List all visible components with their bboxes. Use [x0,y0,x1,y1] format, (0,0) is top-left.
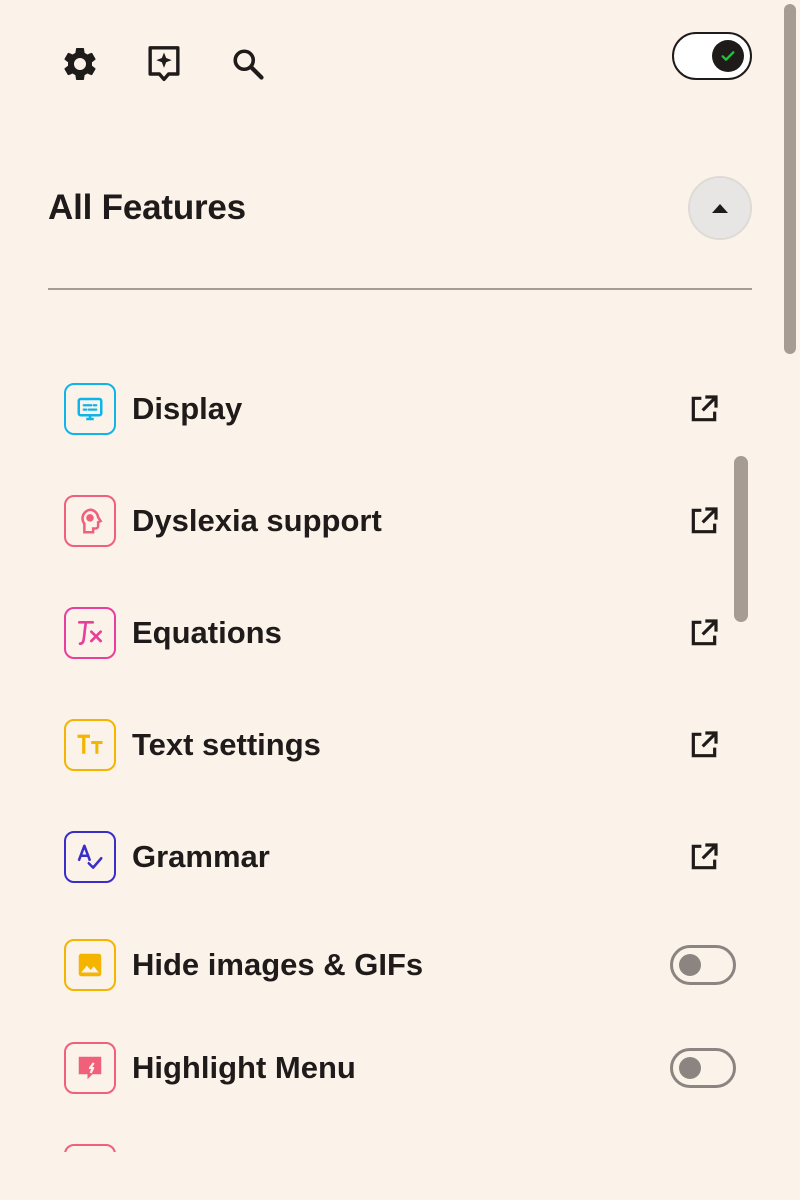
checkmark-icon [721,51,735,61]
collapse-button[interactable] [688,176,752,240]
open-external-button[interactable] [686,503,722,539]
feature-hide-images[interactable]: Hide images & GIFs [64,939,736,991]
feature-label: Equations [132,615,282,650]
open-external-button[interactable] [686,839,722,875]
toggle-knob [712,40,744,72]
highlight-menu-toggle[interactable] [670,1048,736,1088]
open-external-button[interactable] [686,727,722,763]
master-toggle[interactable] [672,32,752,80]
ai-assistant-button[interactable] [142,42,186,86]
sparkle-chat-icon [148,46,180,82]
search-button[interactable] [226,42,270,86]
search-icon [233,49,264,80]
settings-button[interactable] [58,42,102,86]
external-link-icon [691,395,718,422]
text-size-icon [64,719,116,771]
gear-icon [64,47,96,80]
open-external-button[interactable] [686,391,722,427]
function-icon [64,607,116,659]
toggle-knob [679,1057,701,1079]
feature-label: Highlight Menu [132,1050,356,1085]
head-brain-icon [64,495,116,547]
display-settings-icon [64,383,116,435]
feature-grammar[interactable]: Grammar [64,831,736,883]
feature-list[interactable]: Display Dyslexia support Equations Text … [0,340,800,1152]
external-link-icon [691,843,718,870]
feature-icon-partial [64,1144,116,1152]
toggle-knob [679,954,701,976]
external-link-icon [691,731,718,758]
external-link-icon [691,507,718,534]
caret-up-icon [712,204,728,213]
section-title: All Features [48,188,246,227]
list-scrollbar-thumb[interactable] [734,456,748,622]
feature-label: Grammar [132,839,270,874]
feature-label: Display [132,391,243,426]
feature-display[interactable]: Display [64,383,736,435]
feature-next-partial[interactable] [64,1144,736,1152]
spellcheck-icon [64,831,116,883]
feature-label: Hide images & GIFs [132,947,424,982]
external-link-icon [691,619,718,646]
feature-dyslexia-support[interactable]: Dyslexia support [64,495,736,547]
hide-images-toggle[interactable] [670,945,736,985]
highlight-comment-icon [64,1042,116,1094]
feature-highlight-menu[interactable]: Highlight Menu [64,1042,736,1094]
image-icon [64,939,116,991]
feature-label: Dyslexia support [132,503,382,538]
feature-equations[interactable]: Equations [64,607,736,659]
page-scrollbar-thumb[interactable] [784,4,796,354]
section-divider [48,288,752,290]
toolbar [58,42,270,86]
open-external-button[interactable] [686,615,722,651]
feature-text-settings[interactable]: Text settings [64,719,736,771]
feature-label: Text settings [132,727,321,762]
